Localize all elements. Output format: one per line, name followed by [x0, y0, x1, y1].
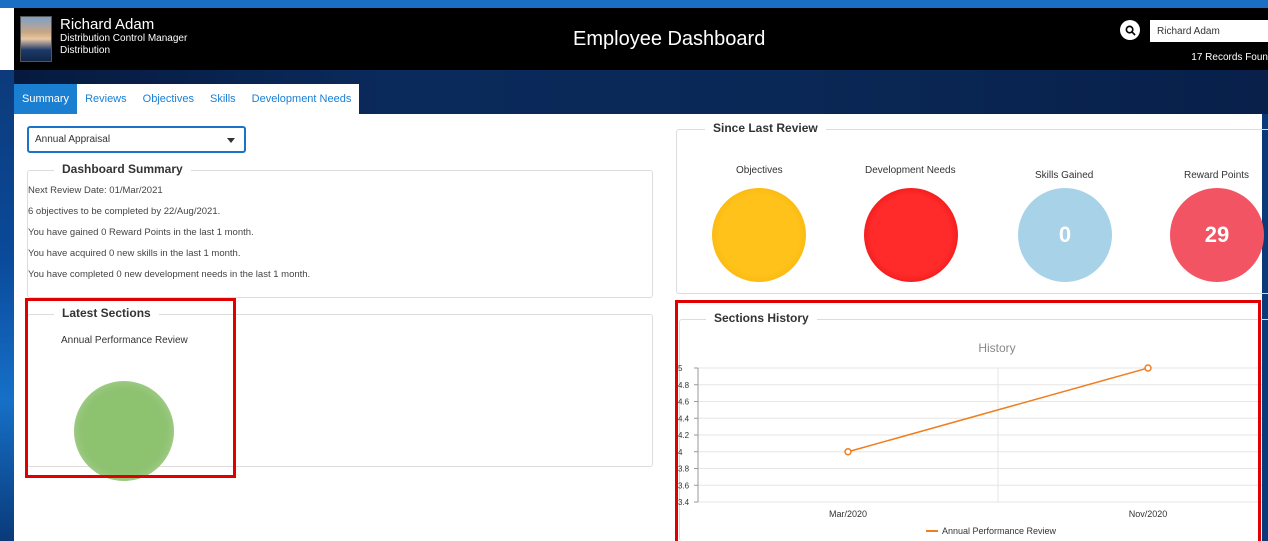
chevron-down-icon — [227, 138, 235, 143]
user-name: Richard Adam — [60, 16, 155, 33]
tab-reviews[interactable]: Reviews — [77, 84, 135, 114]
top-border — [0, 0, 1268, 8]
summary-line: You have completed 0 new development nee… — [28, 269, 311, 280]
app-window: Richard Adam Distribution Control Manage… — [0, 0, 1268, 541]
summary-line: 6 objectives to be completed by 22/Aug/2… — [28, 206, 221, 217]
reward-points-circle[interactable]: 29 — [1170, 188, 1264, 282]
skills-gained-circle[interactable]: 0 — [1018, 188, 1112, 282]
employee-search-input[interactable] — [1150, 20, 1268, 42]
tab-bar: Summary Reviews Objectives Skills Develo… — [14, 70, 1268, 114]
tab-list: Summary Reviews Objectives Skills Develo… — [14, 84, 360, 114]
summary-line: Next Review Date: 01/Mar/2021 — [28, 185, 163, 196]
appraisal-type-select[interactable]: Annual Appraisal — [27, 126, 246, 153]
user-role: Distribution Control Manager — [60, 33, 188, 44]
skills-gained-label: Skills Gained — [1035, 170, 1094, 181]
left-background-edge — [0, 70, 14, 541]
tab-objectives[interactable]: Objectives — [135, 84, 202, 114]
search-button[interactable] — [1120, 20, 1140, 40]
since-last-review-title: Since Last Review — [705, 121, 826, 135]
tab-skills[interactable]: Skills — [202, 84, 244, 114]
records-found-label: 17 Records Foun — [1191, 52, 1268, 63]
page-title: Employee Dashboard — [573, 28, 766, 50]
appraisal-type-value: Annual Appraisal — [35, 134, 111, 145]
user-department: Distribution — [60, 45, 111, 56]
highlight-box-latest-sections — [25, 298, 236, 478]
highlight-box-sections-history — [675, 300, 1261, 541]
header-bar: Richard Adam Distribution Control Manage… — [14, 8, 1268, 70]
summary-line: You have acquired 0 new skills in the la… — [28, 248, 241, 259]
objectives-circle[interactable] — [712, 188, 806, 282]
reward-points-label: Reward Points — [1184, 170, 1250, 181]
summary-line: You have gained 0 Reward Points in the l… — [28, 227, 254, 238]
development-needs-label: Development Needs — [865, 165, 956, 176]
tab-summary[interactable]: Summary — [14, 84, 78, 114]
objectives-label: Objectives — [736, 165, 783, 176]
reward-points-count: 29 — [1204, 222, 1230, 247]
development-needs-circle[interactable] — [864, 188, 958, 282]
skills-gained-count: 0 — [1058, 222, 1072, 247]
search-icon — [1125, 25, 1136, 36]
avatar — [20, 16, 52, 62]
tab-development-needs[interactable]: Development Needs — [244, 84, 360, 114]
dashboard-summary-panel: Dashboard Summary Next Review Date: 01/M… — [27, 162, 653, 298]
dashboard-summary-title: Dashboard Summary — [54, 162, 191, 176]
